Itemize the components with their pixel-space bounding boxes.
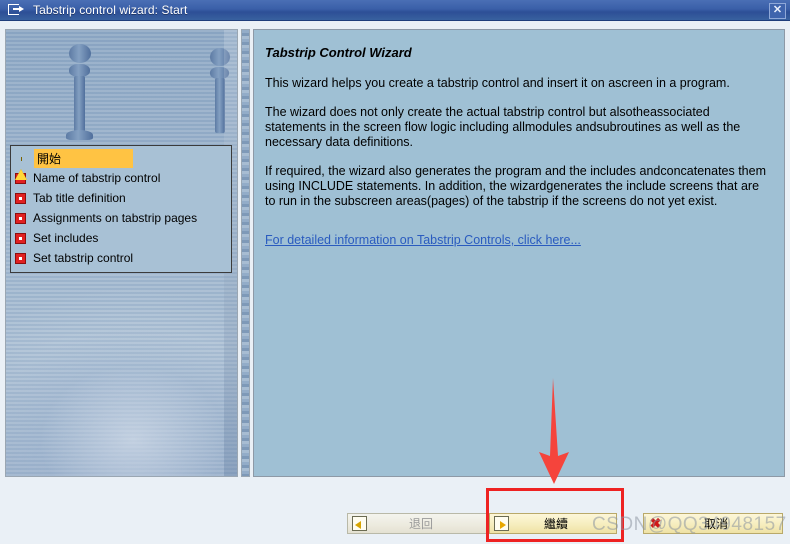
sidebar-item-set-includes[interactable]: Set includes [11, 228, 231, 248]
sidebar-item-tab-title-definition[interactable]: Tab title definition [11, 188, 231, 208]
sidebar-item-start[interactable]: 開始 [11, 148, 231, 180]
title-bar: Tabstrip control wizard: Start ✕ [0, 0, 790, 21]
page-title: Tabstrip Control Wizard [265, 45, 412, 60]
next-arrow-icon [493, 516, 510, 531]
window-title: Tabstrip control wizard: Start [33, 3, 188, 17]
red-square-icon [15, 252, 26, 264]
red-square-icon [15, 232, 26, 244]
sidebar-item-label: Assignments on tabstrip pages [33, 211, 198, 225]
description-paragraph-2: The wizard does not only create the actu… [265, 105, 741, 149]
continue-button-label: 繼續 [543, 517, 568, 531]
description-paragraph-3: If required, the wizard also generates t… [265, 164, 767, 208]
sidebar-item-label: Tab title definition [33, 191, 126, 205]
wizard-dialog: Tabstrip control wizard: Start ✕ 開始 Name… [0, 0, 790, 544]
cancel-x-icon: ✖ [649, 515, 662, 531]
red-square-icon [15, 192, 26, 204]
content-panel: Tabstrip Control Wizard This wizard help… [253, 29, 785, 477]
warning-triangle-icon [15, 152, 28, 180]
panel-separator [241, 29, 250, 477]
sidebar-item-name-of-tabstrip-control[interactable]: Name of tabstrip control [11, 168, 231, 188]
back-button[interactable]: 退回 [347, 513, 489, 534]
cancel-button[interactable]: ✖ 取消 [643, 513, 783, 534]
close-icon[interactable]: ✕ [769, 2, 786, 19]
wizard-step-list: 開始 Name of tabstrip control Tab title de… [10, 145, 232, 273]
back-button-label: 退回 [408, 517, 433, 531]
sidebar-item-label: Set tabstrip control [33, 251, 134, 265]
continue-button[interactable]: 繼續 [489, 513, 617, 534]
back-arrow-icon [351, 516, 368, 531]
window-arrow-icon [8, 3, 26, 17]
footer-bar: 退回 繼續 ✖ 取消 [0, 486, 790, 544]
tabstrip-docs-link[interactable]: For detailed information on Tabstrip Con… [265, 233, 581, 247]
sidebar-item-label: Name of tabstrip control [33, 171, 161, 185]
sidebar-item-assignments-on-tabstrip-pages[interactable]: Assignments on tabstrip pages [11, 208, 231, 228]
cancel-button-label: 取消 [703, 517, 728, 531]
red-square-icon [15, 212, 26, 224]
sidebar-item-label: Set includes [33, 231, 99, 245]
description-paragraph-1: This wizard helps you create a tabstrip … [265, 76, 730, 90]
sidebar-item-set-tabstrip-control[interactable]: Set tabstrip control [11, 248, 231, 268]
work-area: 開始 Name of tabstrip control Tab title de… [0, 21, 790, 486]
sidebar-item-label: 開始 [34, 148, 134, 168]
